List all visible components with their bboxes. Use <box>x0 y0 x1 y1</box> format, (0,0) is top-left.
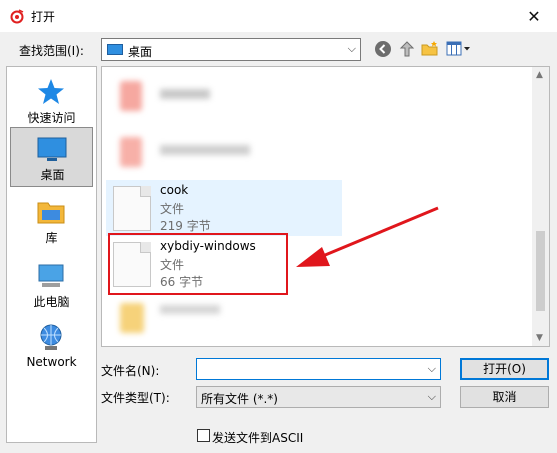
lookin-label: 查找范围(I): <box>19 44 84 58</box>
chevron-down-icon: ⌵ <box>427 390 436 403</box>
library-icon <box>37 202 65 224</box>
ascii-checkbox[interactable] <box>197 429 210 442</box>
close-icon: ✕ <box>527 6 541 26</box>
network-icon <box>40 324 62 350</box>
scrollbar-thumb[interactable] <box>536 231 545 311</box>
blurred-list-item <box>114 131 274 175</box>
file-type: 文件 <box>160 202 185 216</box>
cancel-button[interactable]: 取消 <box>460 386 549 408</box>
star-icon <box>38 79 64 104</box>
computer-icon <box>38 264 64 287</box>
desktop-icon <box>37 137 67 161</box>
filename-combo[interactable]: ⌵ <box>196 358 441 380</box>
new-folder-button[interactable] <box>421 40 439 58</box>
blurred-list-item <box>114 299 274 343</box>
blurred-list-item <box>114 75 274 119</box>
lookin-combo[interactable]: 桌面 ⌵ <box>101 38 361 61</box>
list-item-cook[interactable]: cook 文件 219 字节 <box>106 180 342 236</box>
close-button[interactable]: ✕ <box>511 0 557 32</box>
back-button[interactable] <box>374 40 392 58</box>
window-title: 打开 <box>31 10 56 24</box>
vertical-scrollbar[interactable]: ▲ ▼ <box>532 67 549 346</box>
place-label: 库 <box>45 231 58 245</box>
app-logo-icon <box>10 9 24 24</box>
view-grid-icon <box>446 41 470 56</box>
places-bar: 快速访问 桌面 库 此电脑 Network <box>6 66 97 443</box>
place-library[interactable]: 库 <box>10 191 93 251</box>
up-folder-icon <box>399 41 415 57</box>
place-label: 此电脑 <box>33 295 70 309</box>
chevron-down-icon: ⌵ <box>347 42 356 55</box>
place-network[interactable]: Network <box>10 317 93 377</box>
back-arrow-icon <box>375 41 391 57</box>
chevron-down-icon[interactable]: ⌵ <box>428 362 436 376</box>
annotation-highlight-box <box>108 233 288 295</box>
open-button[interactable]: 打开(O) <box>460 358 549 380</box>
file-size: 219 字节 <box>160 219 211 233</box>
scroll-down-icon[interactable]: ▼ <box>536 333 543 343</box>
place-label: Network <box>26 355 77 369</box>
filename-label: 文件名(N): <box>101 364 160 378</box>
title-bar: 打开 ✕ <box>0 0 557 32</box>
lookin-value: 桌面 <box>128 45 153 59</box>
place-label: 快速访问 <box>27 111 76 125</box>
place-label: 桌面 <box>40 168 65 182</box>
ascii-checkbox-label[interactable]: 发送文件到ASCII <box>212 429 303 446</box>
view-menu-button[interactable] <box>446 40 472 58</box>
scroll-up-icon[interactable]: ▲ <box>536 70 543 80</box>
file-name: cook <box>160 183 189 197</box>
file-list[interactable]: cook 文件 219 字节 xybdiy-windows 文件 66 字节 ▲… <box>101 66 550 347</box>
filetype-label: 文件类型(T): <box>101 391 170 405</box>
place-this-pc[interactable]: 此电脑 <box>10 255 93 315</box>
filename-input[interactable] <box>201 361 421 377</box>
file-icon <box>113 186 151 231</box>
place-quick-access[interactable]: 快速访问 <box>10 71 93 131</box>
filetype-select[interactable]: 所有文件 (*.*) ⌵ <box>196 386 441 408</box>
desktop-icon <box>107 44 123 55</box>
place-desktop[interactable]: 桌面 <box>10 127 93 187</box>
filetype-value: 所有文件 (*.*) <box>201 392 278 406</box>
up-folder-button[interactable] <box>398 40 416 58</box>
new-folder-icon <box>421 41 438 56</box>
